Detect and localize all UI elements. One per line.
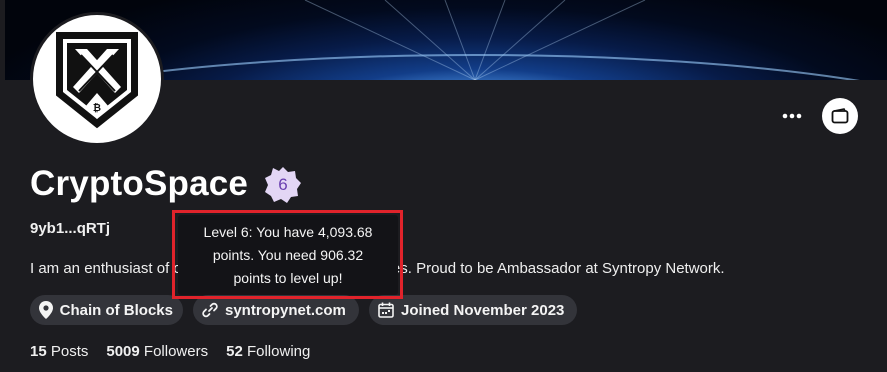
svg-text:₿: ₿ (93, 102, 101, 114)
following-count: 52 (226, 343, 243, 360)
wallet-address[interactable]: 9yb1...qRTj (30, 220, 110, 237)
more-horizontal-icon (782, 113, 802, 119)
website-label[interactable]: syntropynet.com (225, 302, 346, 319)
avatar[interactable]: ₿ (30, 12, 164, 146)
joined-label: Joined November 2023 (401, 301, 565, 319)
map-pin-icon (38, 301, 54, 319)
joined-date-chip: Joined November 2023 (369, 295, 577, 325)
profile-name: CryptoSpace (30, 164, 249, 203)
website-link-chip[interactable]: syntropynet.com (193, 295, 359, 325)
brand-logo-icon: ₿ (56, 32, 138, 129)
profile-bio: I am an enthusiast of crypto and all the… (30, 260, 725, 277)
wallet-icon (831, 108, 849, 124)
location-label: Chain of Blocks (59, 301, 173, 319)
posts-count: 15 (30, 343, 47, 360)
profile-stats: 15 Posts 5009 Followers 52 Following (30, 343, 310, 360)
following-label: Following (246, 343, 311, 360)
followers-count: 5009 (106, 343, 140, 360)
link-icon (201, 301, 219, 319)
posts-stat[interactable]: 15 Posts (30, 343, 88, 360)
followers-stat[interactable]: 5009 Followers (106, 343, 208, 360)
more-options-button[interactable] (776, 102, 808, 130)
highlight-annotation (172, 210, 403, 299)
posts-label: Posts (50, 343, 89, 360)
location-chip: Chain of Blocks (30, 295, 183, 325)
calendar-icon (377, 301, 395, 319)
wallet-button[interactable] (822, 98, 858, 134)
profile-page: ₿ CryptoSpace 6 9yb1...qRTj I am an enth… (0, 0, 887, 372)
level-number: 6 (278, 175, 288, 194)
followers-label: Followers (143, 343, 209, 360)
following-stat[interactable]: 52 Following (226, 343, 310, 360)
level-badge[interactable]: 6 (264, 166, 302, 204)
